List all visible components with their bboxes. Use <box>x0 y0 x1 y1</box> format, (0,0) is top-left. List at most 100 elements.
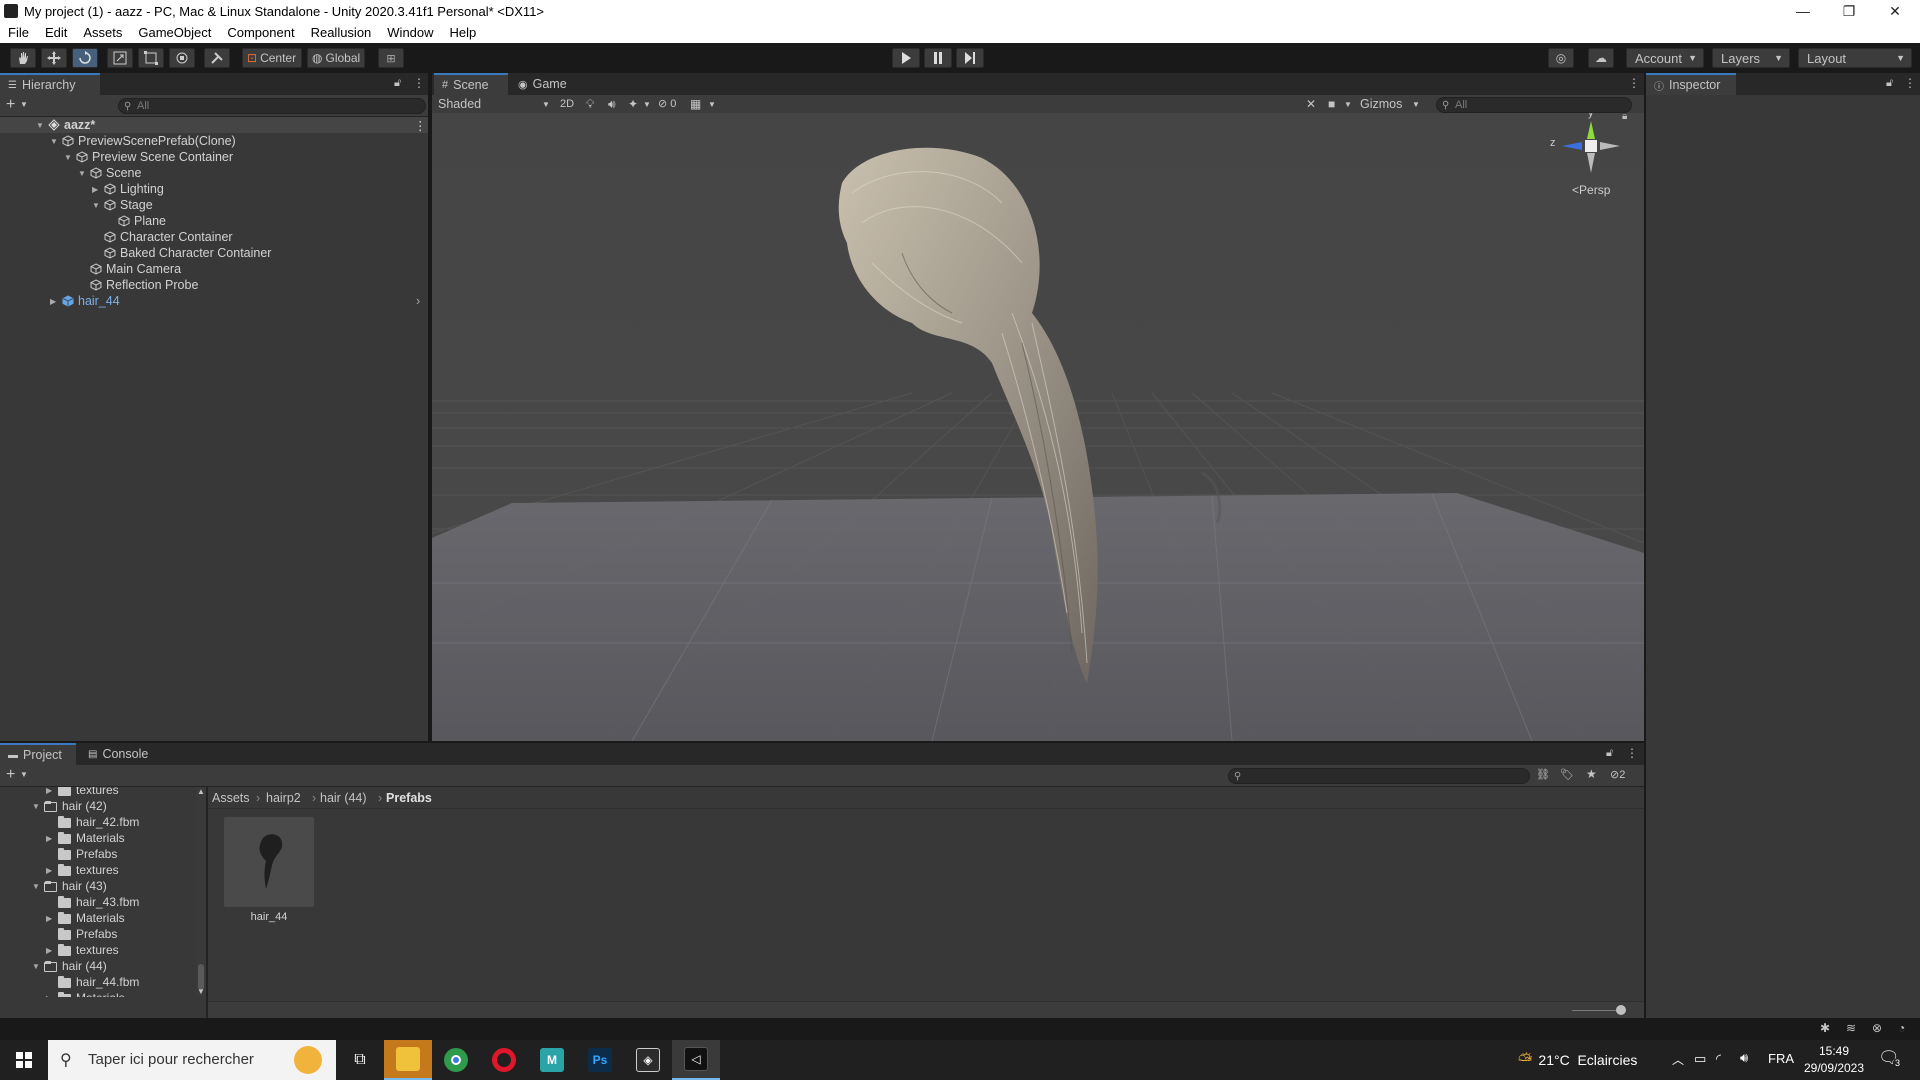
expand-arrow-down-icon[interactable]: ▼ <box>32 802 40 811</box>
hierarchy-row[interactable]: ▼ PreviewScenePrefab(Clone) <box>0 133 428 149</box>
expand-arrow-right-icon[interactable]: ▶ <box>50 297 56 306</box>
move-tool-button[interactable] <box>41 48 67 68</box>
close-window-button[interactable]: ✕ <box>1872 0 1918 22</box>
menu-file[interactable]: File <box>0 25 37 40</box>
chevron-up-icon[interactable]: ︿ <box>1672 1051 1684 1068</box>
lock-icon[interactable]: 🔒︎ <box>1622 113 1627 122</box>
menu-edit[interactable]: Edit <box>37 25 75 40</box>
expand-arrow-right-icon[interactable]: ▶ <box>92 185 98 194</box>
lock-icon[interactable]: 🔓︎ <box>1886 77 1893 90</box>
hierarchy-row[interactable]: ▶ Lighting <box>0 181 428 197</box>
tools-icon[interactable]: ✕ <box>1306 97 1316 111</box>
progress-icon[interactable]: ◔ <box>1898 1021 1905 1035</box>
expand-arrow-right-icon[interactable]: ▶ <box>46 787 52 795</box>
folder-tree-item[interactable]: Prefabs <box>0 846 196 862</box>
expand-arrow-down-icon[interactable]: ▼ <box>32 882 40 891</box>
hand-tool-button[interactable] <box>10 48 36 68</box>
tab-console[interactable]: ▤ Console <box>80 743 160 765</box>
more-options-icon[interactable]: ⋮ <box>1904 76 1916 90</box>
hierarchy-row[interactable]: ▼ Stage <box>0 197 428 213</box>
taskbar-file-explorer[interactable] <box>384 1040 432 1080</box>
lock-icon[interactable]: 🔓︎ <box>394 77 401 90</box>
hidden-objects-toggle[interactable]: ⊘ 0 <box>658 96 688 113</box>
orientation-gizmo[interactable]: y z <Persp <box>1546 113 1636 201</box>
icon-size-slider-thumb[interactable] <box>1616 1005 1626 1015</box>
more-options-icon[interactable]: ⋮ <box>413 76 425 90</box>
expand-arrow-down-icon[interactable]: ▼ <box>32 962 40 971</box>
expand-arrow-down-icon[interactable]: ▼ <box>78 169 86 178</box>
menu-window[interactable]: Window <box>379 25 441 40</box>
expand-arrow-down-icon[interactable]: ▼ <box>36 121 44 130</box>
minimize-button[interactable]: — <box>1780 0 1826 22</box>
expand-arrow-right-icon[interactable]: ▶ <box>46 834 52 843</box>
tab-hierarchy[interactable]: ☰ Hierarchy <box>0 73 100 95</box>
folder-tree-item[interactable]: Prefabs <box>0 926 196 942</box>
folder-tree-item[interactable]: ▼ hair (42) <box>0 798 196 814</box>
hierarchy-row[interactable]: ▼ Scene <box>0 165 428 181</box>
language-indicator[interactable]: FRA <box>1768 1051 1794 1066</box>
pivot-rotation-button[interactable]: ◍ Global <box>307 48 365 68</box>
folder-tree-item[interactable]: hair_42.fbm <box>0 814 196 830</box>
gizmos-dropdown[interactable]: Gizmos ▼ <box>1360 96 1422 113</box>
open-prefab-chevron-icon[interactable]: › <box>416 294 420 308</box>
expand-arrow-right-icon[interactable]: ▶ <box>46 914 52 923</box>
expand-arrow-right-icon[interactable]: ▶ <box>46 994 52 997</box>
pause-button[interactable] <box>924 48 952 68</box>
menu-assets[interactable]: Assets <box>75 25 130 40</box>
grid-snap-button[interactable]: ⊞ <box>378 48 404 68</box>
start-button[interactable] <box>0 1040 48 1080</box>
weather-widget[interactable]: ⛅︎ 21°C Eclaircies <box>1518 1040 1637 1080</box>
collab-button[interactable]: ◎ <box>1548 48 1574 68</box>
scroll-up-icon[interactable]: ▲ <box>197 787 205 796</box>
icon-size-slider-track[interactable] <box>1572 1010 1622 1011</box>
debug-icon[interactable]: ✱ <box>1820 1021 1830 1035</box>
asset-tile[interactable]: hair_44 <box>224 817 314 927</box>
folder-tree-item[interactable]: hair_44.fbm <box>0 974 196 990</box>
hierarchy-row[interactable]: Plane <box>0 213 428 229</box>
chevron-down-icon[interactable]: ▼ <box>20 100 28 109</box>
scale-tool-button[interactable] <box>107 48 133 68</box>
hierarchy-row[interactable]: Baked Character Container <box>0 245 428 261</box>
pivot-mode-button[interactable]: ⊡ Center <box>242 48 302 68</box>
folder-tree-item[interactable]: ▶ textures <box>0 787 196 798</box>
more-options-icon[interactable]: ⋮ <box>1626 746 1638 760</box>
hierarchy-scene-row[interactable]: ▼ aazz* ⋮ <box>0 117 428 133</box>
expand-arrow-down-icon[interactable]: ▼ <box>64 153 72 162</box>
tab-game[interactable]: ◉ Game <box>510 73 580 95</box>
taskbar-unity-hub[interactable]: ◈ <box>624 1040 672 1080</box>
menu-component[interactable]: Component <box>219 25 302 40</box>
hierarchy-row[interactable]: Main Camera <box>0 261 428 277</box>
notification-center-button[interactable]: 🗨︎ 3 <box>1876 1048 1906 1074</box>
audio-toggle-icon[interactable]: 🔊︎ <box>608 97 616 112</box>
add-button[interactable]: + <box>6 96 15 114</box>
volume-icon[interactable]: 🔊︎ <box>1740 1050 1748 1066</box>
folder-tree-item[interactable]: hair_43.fbm <box>0 894 196 910</box>
scroll-down-icon[interactable]: ▼ <box>197 987 205 996</box>
folder-tree-item[interactable]: ▶ Materials <box>0 990 196 997</box>
menu-help[interactable]: Help <box>442 25 485 40</box>
2d-toggle-button[interactable]: 2D <box>556 96 578 113</box>
taskbar-unity-editor[interactable]: ◁ <box>672 1040 720 1080</box>
hierarchy-row[interactable]: ▶ hair_44 › <box>0 293 428 309</box>
folder-tree-item[interactable]: ▶ textures <box>0 862 196 878</box>
breadcrumb-prefabs[interactable]: Prefabs <box>386 791 432 805</box>
hierarchy-search-input[interactable]: ⚲ All <box>118 98 426 114</box>
restore-button[interactable]: ❐ <box>1826 0 1872 22</box>
layout-dropdown[interactable]: Layout ▼ <box>1798 48 1912 68</box>
hierarchy-row[interactable]: ▼ Preview Scene Container <box>0 149 428 165</box>
expand-arrow-right-icon[interactable]: ▶ <box>46 866 52 875</box>
scene-menu-icon[interactable]: ⋮ <box>414 118 427 133</box>
project-search-input[interactable]: ⚲ <box>1228 768 1530 784</box>
clock[interactable]: 15:49 29/09/2023 <box>1800 1043 1868 1077</box>
folder-tree-item[interactable]: ▶ Materials <box>0 910 196 926</box>
taskbar-chrome[interactable] <box>432 1040 480 1080</box>
tab-scene[interactable]: # Scene <box>434 73 508 95</box>
project-splitter[interactable] <box>206 787 208 1018</box>
expand-arrow-right-icon[interactable]: ▶ <box>46 946 52 955</box>
auto-generate-lighting-icon[interactable]: ⊗ <box>1872 1021 1882 1035</box>
rotate-tool-button[interactable] <box>72 48 98 68</box>
hierarchy-row[interactable]: Character Container <box>0 229 428 245</box>
scene-search-input[interactable]: ⚲ All <box>1436 97 1632 113</box>
search-by-type-icon[interactable]: ⛓ <box>1536 768 1550 781</box>
folder-tree-item[interactable]: ▼ hair (43) <box>0 878 196 894</box>
